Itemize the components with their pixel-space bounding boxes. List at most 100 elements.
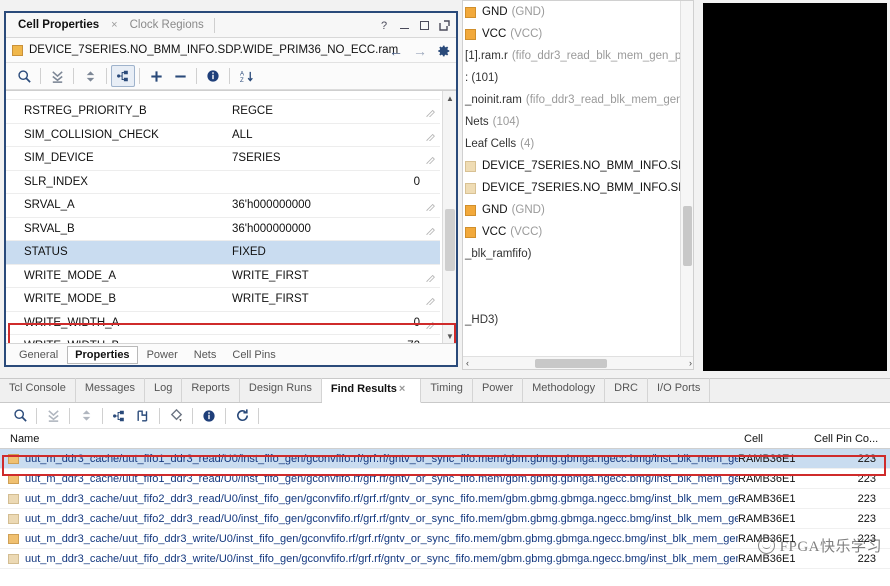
close-icon[interactable]: ×: [105, 19, 123, 31]
scroll-up-icon[interactable]: ▲: [443, 91, 456, 105]
find-result-row[interactable]: uut_m_ddr3_cache/uut_fifo1_ddr3_read/U0/…: [0, 449, 890, 469]
add-icon[interactable]: [144, 65, 168, 87]
cp-tab-general[interactable]: General: [12, 347, 65, 363]
property-value[interactable]: —: [224, 91, 440, 94]
properties-table-wrapper[interactable]: ——RSTREG_PRIORITY_BREGCESIM_COLLISION_CH…: [6, 90, 456, 343]
netlist-row[interactable]: GND (GND): [463, 1, 693, 23]
netlist-row[interactable]: [463, 331, 693, 353]
expand-collapse-icon[interactable]: [78, 65, 102, 87]
bottom-tab-tcl-console[interactable]: Tcl Console: [0, 378, 76, 402]
netlist-hscroll-thumb[interactable]: [535, 359, 607, 368]
column-header-cell-pin-count[interactable]: Cell Pin Co...: [808, 433, 890, 445]
bottom-tab-methodology[interactable]: Methodology: [523, 378, 606, 402]
property-row[interactable]: WRITE_WIDTH_A 0: [6, 311, 440, 335]
scroll-down-icon[interactable]: ▼: [443, 329, 456, 343]
property-row[interactable]: ——: [6, 91, 440, 100]
edit-pencil-icon[interactable]: [425, 156, 436, 165]
property-row[interactable]: SIM_DEVICE 7SERIES: [6, 147, 440, 171]
select-schematic-icon[interactable]: [131, 405, 155, 427]
edit-pencil-icon[interactable]: [425, 227, 436, 235]
netlist-vscroll-thumb[interactable]: [683, 206, 692, 266]
cp-tab-properties[interactable]: Properties: [67, 345, 138, 364]
property-row[interactable]: SRVAL_B 36'h000000000: [6, 217, 440, 241]
property-value[interactable]: FIXED: [224, 246, 440, 258]
edit-pencil-icon[interactable]: [425, 297, 436, 306]
property-row[interactable]: WRITE_WIDTH_B 72: [6, 335, 440, 343]
remove-icon[interactable]: [168, 65, 192, 87]
property-row[interactable]: RSTREG_PRIORITY_B REGCE: [6, 100, 440, 124]
property-value[interactable]: WRITE_FIRST: [224, 270, 440, 282]
bottom-tab-timing[interactable]: Timing: [421, 378, 473, 402]
bottom-tab-reports[interactable]: Reports: [182, 378, 240, 402]
tab-cell-properties[interactable]: Cell Properties: [12, 13, 105, 38]
netlist-row[interactable]: _noinit.ram (fifo_ddr3_read_blk_mem_gen_: [463, 89, 693, 111]
bottom-tab-power[interactable]: Power: [473, 378, 524, 402]
tab-clock-regions[interactable]: Clock Regions: [124, 13, 210, 38]
property-value[interactable]: 0: [224, 317, 440, 329]
property-value[interactable]: 36'h000000000: [224, 199, 440, 212]
netlist-row[interactable]: [463, 287, 693, 309]
netlist-horizontal-scrollbar[interactable]: ‹ ›: [463, 356, 693, 369]
forward-arrow-icon[interactable]: →: [413, 44, 427, 58]
edit-pencil-icon[interactable]: [425, 133, 436, 141]
cp-tab-cell-pins[interactable]: Cell Pins: [225, 347, 282, 363]
float-icon[interactable]: [438, 20, 450, 32]
property-value[interactable]: WRITE_FIRST: [224, 293, 440, 306]
expand-collapse-icon[interactable]: [74, 405, 98, 427]
cp-tab-power[interactable]: Power: [140, 347, 185, 363]
bottom-tab-drc[interactable]: DRC: [605, 378, 648, 402]
search-icon[interactable]: [12, 65, 36, 87]
gear-icon[interactable]: [437, 44, 451, 58]
refresh-icon[interactable]: [230, 405, 254, 427]
netlist-row[interactable]: VCC (VCC): [463, 221, 693, 243]
netlist-vertical-scrollbar[interactable]: [680, 1, 693, 358]
edit-pencil-icon[interactable]: [425, 109, 436, 118]
bottom-tab-find-results[interactable]: Find Results ×: [321, 379, 422, 403]
netlist-tree-panel[interactable]: GND (GND) VCC (VCC) [1].ram.r (fifo_ddr3_read…: [462, 0, 694, 370]
close-icon[interactable]: ×: [397, 383, 411, 395]
netlist-row[interactable]: GND (GND): [463, 199, 693, 221]
property-value[interactable]: 0: [224, 176, 440, 188]
find-result-row[interactable]: uut_m_ddr3_cache/uut_fifo2_ddr3_read/U0/…: [0, 509, 890, 529]
find-result-row[interactable]: uut_m_ddr3_cache/uut_fifo_ddr3_write/U0/…: [0, 549, 890, 569]
property-row[interactable]: SRVAL_A 36'h000000000: [6, 194, 440, 218]
help-icon[interactable]: ?: [378, 20, 390, 32]
back-arrow-icon[interactable]: ←: [389, 44, 403, 58]
property-row[interactable]: WRITE_MODE_A WRITE_FIRST: [6, 264, 440, 288]
netlist-row[interactable]: VCC (VCC): [463, 23, 693, 45]
netlist-row[interactable]: Leaf Cells (4): [463, 133, 693, 155]
property-value[interactable]: 36'h000000000: [224, 223, 440, 235]
collapse-all-icon[interactable]: [41, 405, 65, 427]
netlist-row[interactable]: DEVICE_7SERIES.NO_BMM_INFO.SDP.: [463, 177, 693, 199]
find-result-row[interactable]: uut_m_ddr3_cache/uut_fifo2_ddr3_read/U0/…: [0, 489, 890, 509]
netlist-row[interactable]: [1].ram.r (fifo_ddr3_read_blk_mem_gen_pri…: [463, 45, 693, 67]
find-result-row[interactable]: uut_m_ddr3_cache/uut_fifo1_ddr3_read/U0/…: [0, 469, 890, 489]
netlist-row[interactable]: Nets (104): [463, 111, 693, 133]
info-icon[interactable]: [197, 405, 221, 427]
hierarchy-icon[interactable]: [107, 405, 131, 427]
cp-tab-nets[interactable]: Nets: [187, 347, 224, 363]
find-result-row[interactable]: uut_m_ddr3_cache/uut_fifo_ddr3_write/U0/…: [0, 529, 890, 549]
netlist-row[interactable]: _HD3): [463, 309, 693, 331]
netlist-row[interactable]: _blk_ramfifo): [463, 243, 693, 265]
scroll-left-icon[interactable]: ‹: [463, 358, 472, 368]
hierarchy-icon[interactable]: [111, 65, 135, 87]
search-icon[interactable]: [8, 405, 32, 427]
minimize-icon[interactable]: [398, 20, 410, 32]
properties-vertical-scrollbar[interactable]: ▲ ▼: [442, 91, 456, 343]
column-header-name[interactable]: Name: [0, 433, 738, 445]
edit-pencil-icon[interactable]: [425, 203, 436, 212]
column-header-cell[interactable]: Cell: [738, 433, 808, 445]
edit-pencil-icon[interactable]: [425, 274, 436, 282]
netlist-row[interactable]: : (101): [463, 67, 693, 89]
property-row[interactable]: STATUS FIXED: [6, 241, 440, 265]
netlist-row[interactable]: DEVICE_7SERIES.NO_BMM_INFO.SDP.: [463, 155, 693, 177]
scroll-right-icon[interactable]: ›: [686, 358, 693, 368]
property-value[interactable]: REGCE: [224, 105, 440, 118]
edit-pencil-icon[interactable]: [425, 321, 436, 329]
property-row[interactable]: SIM_COLLISION_CHECK ALL: [6, 123, 440, 147]
property-value[interactable]: 7SERIES: [224, 152, 440, 165]
sort-az-icon[interactable]: AZ: [234, 65, 258, 87]
bottom-tab-messages[interactable]: Messages: [76, 378, 145, 402]
maximize-icon[interactable]: [418, 20, 430, 32]
